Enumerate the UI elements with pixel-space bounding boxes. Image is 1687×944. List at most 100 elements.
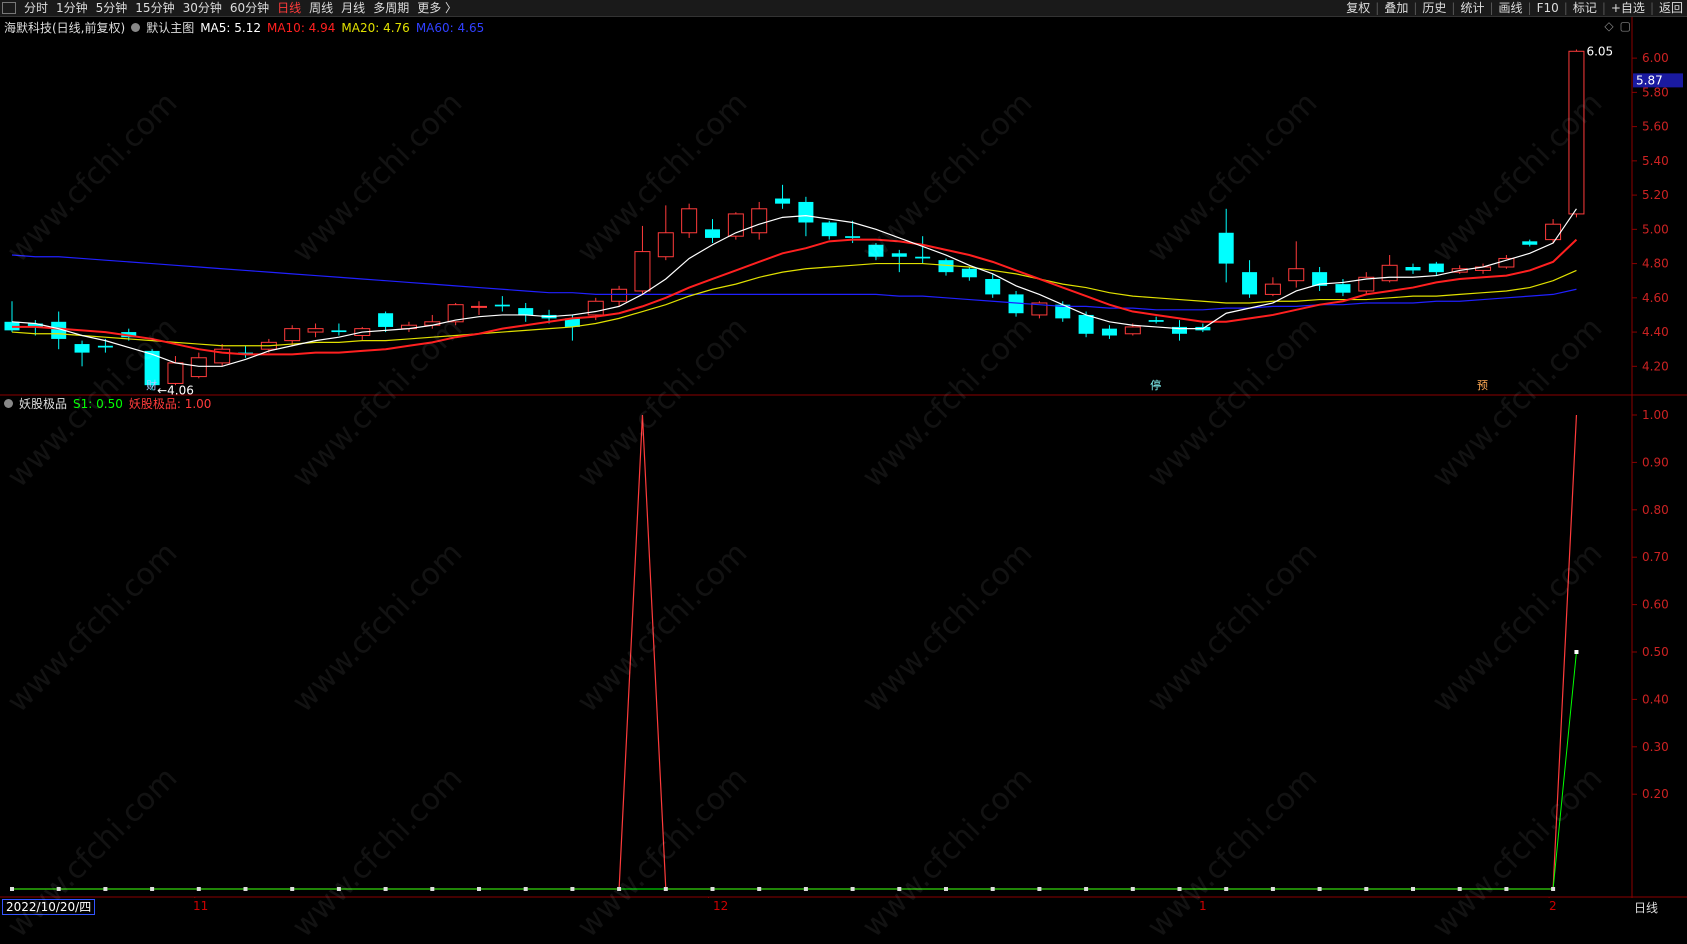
candle-body — [891, 253, 907, 257]
ma10-value: MA10: 4.94 — [266, 20, 336, 35]
baseline-dot — [850, 887, 855, 891]
baseline-dot — [1130, 887, 1135, 891]
candle-body — [97, 345, 113, 348]
baseline-dot — [1084, 887, 1089, 891]
indicator-tick-label: 0.50 — [1642, 645, 1669, 659]
baseline-dot — [150, 887, 155, 891]
toolbar-button[interactable]: 复权 — [1342, 0, 1374, 16]
baseline-dot — [336, 887, 341, 891]
baseline-dot — [103, 887, 108, 891]
baseline-dot — [1364, 887, 1369, 891]
baseline-dot — [710, 887, 715, 891]
toolbar-button[interactable]: 标记 — [1569, 0, 1601, 16]
baseline-dot — [383, 887, 388, 891]
ma60-value: MA60: 4.65 — [415, 20, 485, 35]
baseline-dot — [803, 887, 808, 891]
baseline-dot — [617, 887, 622, 891]
baseline-dot — [1177, 887, 1182, 891]
toolbar-button[interactable]: 统计 — [1456, 0, 1488, 16]
price-tick-label: 5.80 — [1642, 85, 1669, 99]
period-tag[interactable]: 日线 — [1634, 899, 1658, 916]
period-tab[interactable]: 15分钟 — [131, 0, 178, 16]
period-toolbar: 分时 1分钟 5分钟 15分钟 30分钟 60分钟 日线 周线 月线 多周期 更多 〉 — [0, 0, 461, 16]
period-tab[interactable]: 5分钟 — [92, 0, 132, 16]
signal-value: 妖股极品: 1.00 — [128, 397, 212, 411]
candle-body — [751, 208, 768, 234]
price-tick-label: 4.20 — [1642, 359, 1669, 373]
s1-value: S1: 0.50 — [73, 396, 123, 411]
baseline-dot — [196, 887, 201, 891]
baseline-dot — [523, 887, 528, 891]
indicator-tick-label: 0.20 — [1642, 787, 1669, 801]
price-tick-label: 4.60 — [1642, 291, 1669, 305]
candle-body — [1568, 50, 1585, 215]
ma20-value: MA20: 4.76 — [341, 20, 410, 35]
ma5-value: MA5: 5.12 — [200, 20, 261, 35]
toolbar-button[interactable]: 叠加 — [1380, 0, 1412, 16]
price-tick-label: 5.60 — [1642, 120, 1669, 134]
toolbar: 分时 1分钟 5分钟 15分钟 30分钟 60分钟 日线 周线 月线 多周期 更多 〉 复权 | 叠加 |… — [0, 0, 1687, 17]
settings-dot-icon[interactable] — [131, 23, 141, 32]
baseline-dot — [1270, 887, 1275, 891]
indicator-tick-label: 0.70 — [1642, 550, 1669, 564]
ma10-line — [12, 238, 1578, 356]
toolbar-button[interactable]: F10 — [1533, 0, 1563, 16]
price-tick-label: 6.00 — [1642, 51, 1669, 65]
indicator-tick-label: 0.60 — [1642, 598, 1669, 612]
candle-body — [775, 198, 791, 204]
period-tab[interactable]: 1分钟 — [52, 0, 92, 16]
candle-body — [307, 328, 324, 333]
diamond-icon[interactable]: ◇ — [1604, 19, 1613, 33]
period-tab[interactable]: 60分钟 — [226, 0, 273, 16]
toolbar-button[interactable]: +自选 — [1607, 0, 1649, 16]
period-tab[interactable]: 分时 — [20, 0, 52, 16]
candle-body — [681, 208, 698, 234]
baseline-dot — [944, 887, 948, 891]
window-icon[interactable]: ▢ — [1620, 19, 1631, 33]
indicator-legend: 妖股极品 S1: 0.50 妖股极品: 1.00 — [4, 395, 211, 412]
period-tab[interactable]: 更多 〉 — [413, 0, 461, 16]
baseline-dot — [430, 887, 435, 891]
candle-body — [190, 357, 207, 378]
indicator-tick-label: 1.00 — [1642, 408, 1669, 422]
menu-icon[interactable] — [2, 2, 16, 14]
current-price-label: 5.87 — [1636, 73, 1663, 87]
template-label[interactable]: 默认主图 — [146, 19, 194, 36]
candle-body — [1522, 241, 1538, 245]
event-marker: 财 — [146, 378, 157, 392]
candle-body — [705, 229, 720, 238]
baseline-dot — [290, 887, 295, 891]
event-marker: 停 — [1150, 378, 1161, 392]
period-tab[interactable]: 30分钟 — [179, 0, 226, 16]
candle-body — [471, 305, 487, 308]
toolbar-button[interactable]: 返回 — [1655, 0, 1687, 16]
baseline-dot — [477, 887, 481, 891]
period-tab[interactable]: 日线 — [273, 0, 305, 16]
kline-chart[interactable]: 4.20 4.40 4.60 4.80 5.00 5.20 5.40 5.60 5.80 6.00… — [0, 17, 1687, 898]
candle-body — [1101, 328, 1117, 336]
candle-body — [1242, 272, 1258, 295]
baseline-dot — [10, 887, 14, 891]
month-label: 1 — [1199, 899, 1207, 913]
candle-body — [611, 288, 628, 302]
period-tab[interactable]: 月线 — [337, 0, 369, 16]
baseline-dot — [1037, 887, 1042, 891]
candle-body — [1545, 223, 1562, 241]
toolbar-button[interactable]: 画线 — [1495, 0, 1527, 16]
toolbar-button[interactable]: 历史 — [1418, 0, 1450, 16]
candle-body — [167, 362, 184, 384]
period-tab[interactable]: 周线 — [305, 0, 337, 16]
month-label: 12 — [713, 899, 729, 913]
candle-body — [961, 268, 977, 278]
month-label: 11 — [193, 899, 209, 913]
indicator-dot-icon[interactable] — [4, 399, 13, 408]
indicator-name[interactable]: 妖股极品 — [19, 395, 67, 412]
price-tick-label: 5.40 — [1642, 154, 1669, 168]
s1-line — [12, 651, 1577, 890]
candle-body — [845, 236, 861, 238]
period-tab[interactable]: 多周期 — [369, 0, 413, 16]
candle-body — [1288, 268, 1305, 282]
indicator-tick-label: 0.30 — [1642, 740, 1669, 754]
high-price-label: 6.05 — [1586, 45, 1613, 59]
chart-controls: ◇ ▢ — [1604, 19, 1631, 33]
